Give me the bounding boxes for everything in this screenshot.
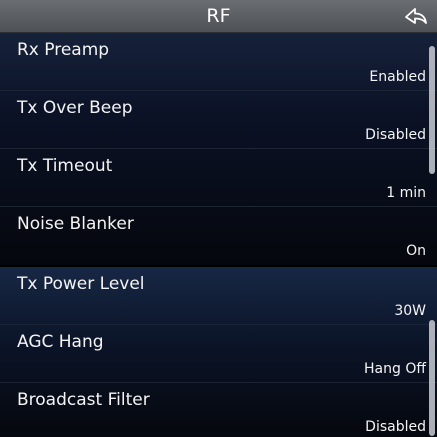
setting-label: Noise Blanker — [17, 214, 134, 234]
settings-group-2: Tx Power Level 30W AGC Hang Hang Off Bro… — [0, 267, 437, 437]
setting-value: Disabled — [365, 127, 426, 143]
setting-label: Broadcast Filter — [17, 390, 150, 410]
scrollbar-group-1[interactable] — [429, 46, 435, 174]
back-button[interactable] — [403, 4, 429, 28]
setting-row-agc-hang[interactable]: AGC Hang Hang Off — [0, 325, 437, 383]
setting-value: 30W — [394, 303, 426, 319]
setting-label: Tx Power Level — [17, 274, 145, 294]
scrollbar-group-2[interactable] — [429, 320, 435, 436]
setting-label: Tx Over Beep — [17, 98, 133, 118]
setting-row-noise-blanker[interactable]: Noise Blanker On — [0, 207, 437, 265]
setting-value: Disabled — [365, 419, 426, 435]
setting-value: On — [406, 243, 426, 259]
setting-label: Tx Timeout — [17, 156, 113, 176]
setting-row-tx-power-level[interactable]: Tx Power Level 30W — [0, 267, 437, 325]
rf-settings-screen: RF Rx Preamp Enabled Tx Over Beep Disabl… — [0, 0, 437, 437]
back-arrow-icon — [405, 8, 427, 24]
settings-group-1: Rx Preamp Enabled Tx Over Beep Disabled … — [0, 33, 437, 265]
setting-row-rx-preamp[interactable]: Rx Preamp Enabled — [0, 33, 437, 91]
page-title: RF — [206, 5, 231, 27]
setting-label: Rx Preamp — [17, 40, 110, 60]
header-bar: RF — [0, 0, 437, 33]
setting-row-tx-timeout[interactable]: Tx Timeout 1 min — [0, 149, 437, 207]
setting-value: Enabled — [369, 69, 426, 85]
setting-row-broadcast-filter[interactable]: Broadcast Filter Disabled — [0, 383, 437, 437]
setting-value: 1 min — [386, 185, 426, 201]
setting-value: Hang Off — [364, 361, 426, 377]
setting-label: AGC Hang — [17, 332, 104, 352]
setting-row-tx-over-beep[interactable]: Tx Over Beep Disabled — [0, 91, 437, 149]
